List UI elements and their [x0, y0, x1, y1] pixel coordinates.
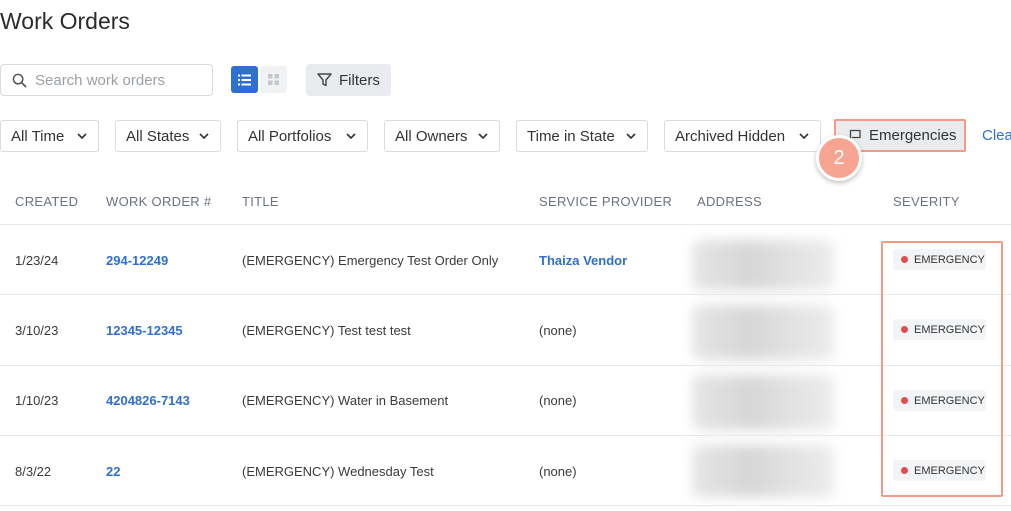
- grid-view-button[interactable]: [260, 66, 287, 93]
- archived-filter-dropdown[interactable]: Archived Hidden: [664, 120, 821, 152]
- header-divider: [0, 224, 1011, 225]
- row-divider: [0, 435, 1011, 436]
- column-header-title[interactable]: TITLE: [242, 194, 279, 209]
- emergencies-filter-label: Emergencies: [869, 127, 957, 144]
- list-view-button[interactable]: [231, 66, 258, 93]
- column-header-severity[interactable]: SEVERITY: [893, 194, 960, 209]
- created-cell: 1/23/24: [15, 253, 59, 268]
- service-provider-cell: (none): [539, 393, 577, 408]
- owners-filter-label: All Owners: [395, 127, 468, 145]
- time-in-state-filter-label: Time in State: [527, 127, 615, 145]
- search-box[interactable]: [0, 64, 213, 96]
- time-in-state-filter-dropdown[interactable]: Time in State: [516, 120, 648, 152]
- service-provider-cell: (none): [539, 464, 577, 479]
- page-title: Work Orders: [0, 8, 130, 34]
- chevron-down-icon: [77, 133, 87, 140]
- filters-button[interactable]: Filters: [306, 64, 391, 96]
- states-filter-dropdown[interactable]: All States: [115, 120, 221, 152]
- row-divider: [0, 365, 1011, 366]
- search-icon: [12, 73, 27, 87]
- filter-icon: [317, 73, 332, 87]
- work-order-link[interactable]: 12345-12345: [106, 323, 183, 338]
- chevron-down-icon: [199, 133, 209, 140]
- created-cell: 8/3/22: [15, 464, 52, 479]
- address-redacted: [692, 305, 834, 360]
- chevron-down-icon: [346, 133, 356, 140]
- service-provider-cell: (none): [539, 323, 577, 338]
- time-filter-dropdown[interactable]: All Time: [0, 120, 99, 152]
- work-order-link[interactable]: 294-12249: [106, 253, 168, 268]
- portfolios-filter-dropdown[interactable]: All Portfolios: [237, 120, 368, 152]
- service-provider-link[interactable]: Thaiza Vendor: [539, 253, 627, 268]
- address-redacted: [692, 445, 834, 497]
- title-cell: (EMERGENCY) Emergency Test Order Only: [242, 253, 499, 268]
- chevron-down-icon: [799, 133, 809, 140]
- column-header-created[interactable]: CREATED: [15, 194, 78, 209]
- list-icon: [238, 74, 251, 85]
- search-input[interactable]: [35, 71, 205, 89]
- column-header-work-order[interactable]: WORK ORDER #: [106, 194, 211, 209]
- address-redacted: [692, 240, 834, 290]
- grid-icon: [268, 74, 279, 85]
- work-order-link[interactable]: 22: [106, 464, 120, 479]
- archived-filter-label: Archived Hidden: [675, 127, 786, 145]
- column-header-service-provider[interactable]: SERVICE PROVIDER: [539, 194, 672, 209]
- chevron-down-icon: [478, 133, 488, 140]
- time-filter-label: All Time: [11, 127, 65, 145]
- created-cell: 3/10/23: [15, 323, 59, 338]
- clear-filters-link[interactable]: Clea: [982, 127, 1011, 144]
- filters-label: Filters: [339, 71, 380, 89]
- row-divider: [0, 294, 1011, 295]
- title-cell: (EMERGENCY) Test test test: [242, 323, 411, 338]
- created-cell: 1/10/23: [15, 393, 59, 408]
- work-order-link[interactable]: 4204826-7143: [106, 393, 190, 408]
- title-cell: (EMERGENCY) Water in Basement: [242, 393, 449, 408]
- chevron-down-icon: [626, 133, 636, 140]
- title-cell: (EMERGENCY) Wednesday Test: [242, 464, 434, 479]
- column-header-address[interactable]: ADDRESS: [697, 194, 762, 209]
- owners-filter-dropdown[interactable]: All Owners: [384, 120, 500, 152]
- address-redacted: [692, 375, 834, 430]
- portfolios-filter-label: All Portfolios: [248, 127, 332, 145]
- row-divider: [0, 505, 1011, 506]
- step-number-badge: 2: [816, 135, 862, 181]
- states-filter-label: All States: [126, 127, 190, 145]
- view-toggle: [231, 66, 287, 93]
- severity-column-highlight: [881, 241, 1003, 497]
